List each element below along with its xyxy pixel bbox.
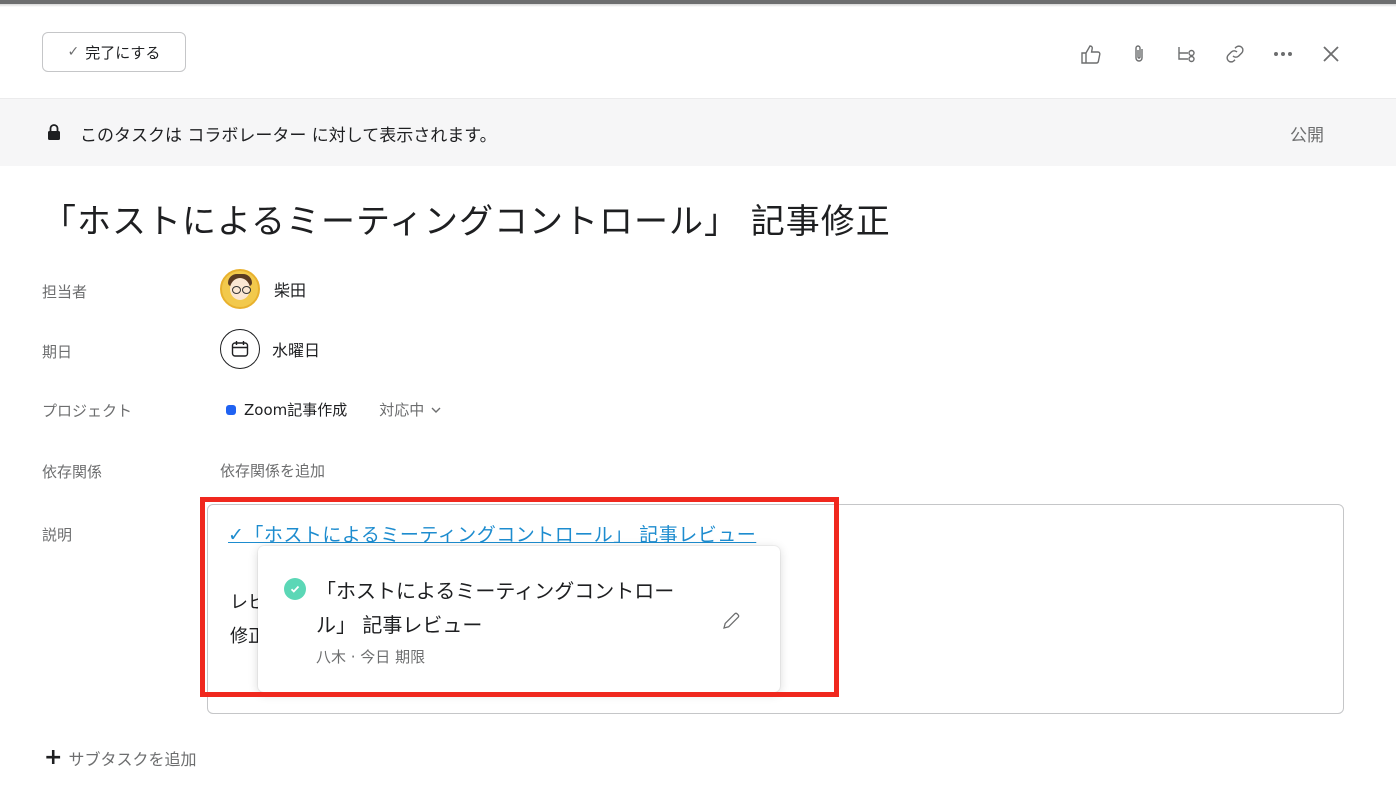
checkmark-icon: ✓ [67, 44, 80, 60]
subtask-icon[interactable] [1174, 41, 1200, 67]
project-section-dropdown[interactable]: 対応中 [379, 399, 442, 420]
due-date-field[interactable]: 水曜日 [220, 329, 320, 369]
preview-task-meta: 八木 · 今日 期限 [316, 648, 426, 666]
privacy-message: このタスクは コラボレーター に対して表示されます。 [80, 126, 497, 146]
add-subtask-button[interactable]: + サブタスクを追加 [44, 746, 196, 770]
dependencies-label: 依存関係 [42, 463, 103, 481]
add-dependency-button[interactable]: 依存関係を追加 [220, 460, 325, 481]
assignee-label: 担当者 [42, 283, 88, 301]
lock-icon [48, 124, 60, 140]
privacy-banner: このタスクは コラボレーター に対して表示されます。 公開 [0, 98, 1396, 166]
project-label: プロジェクト [42, 402, 133, 420]
chevron-down-icon [431, 407, 441, 413]
like-icon[interactable] [1078, 41, 1104, 67]
more-icon[interactable] [1270, 41, 1296, 67]
project-field[interactable]: Zoom記事作成 対応中 [220, 399, 442, 420]
task-toolbar-icons [1078, 36, 1344, 72]
preview-task-title[interactable]: 「ホストによるミーティングコントロール」 記事レビュー [316, 574, 696, 642]
task-mention-link[interactable]: ✓「ホストによるミーティングコントロール」 記事レビュー [228, 520, 756, 547]
project-name[interactable]: Zoom記事作成 [244, 399, 347, 420]
make-public-button[interactable]: 公開 [1290, 121, 1324, 146]
task-preview-card[interactable]: 「ホストによるミーティングコントロール」 記事レビュー 八木 · 今日 期限 [258, 546, 780, 692]
due-date-label: 期日 [42, 343, 73, 361]
assignee-field[interactable]: 柴田 [220, 269, 306, 309]
attachment-icon[interactable] [1126, 41, 1152, 67]
completed-check-icon [284, 578, 306, 600]
assignee-name: 柴田 [274, 281, 307, 300]
task-title[interactable]: 「ホストによるミーティングコントロール」 記事修正 [42, 194, 891, 243]
due-date-value: 水曜日 [272, 341, 321, 360]
window-top-edge [0, 0, 1396, 7]
avatar [220, 269, 260, 309]
calendar-icon [220, 329, 260, 369]
plus-icon: + [44, 745, 63, 770]
project-color-dot [226, 404, 236, 415]
pencil-icon[interactable] [720, 610, 742, 632]
description-label: 説明 [42, 526, 73, 544]
mark-complete-button[interactable]: ✓ 完了にする [42, 32, 186, 72]
close-icon[interactable] [1318, 41, 1344, 67]
mark-complete-label: 完了にする [85, 43, 161, 62]
add-subtask-label: サブタスクを追加 [68, 750, 197, 769]
link-icon[interactable] [1222, 41, 1248, 67]
add-dependency-label: 依存関係を追加 [220, 462, 326, 480]
project-section-label: 対応中 [379, 401, 425, 419]
